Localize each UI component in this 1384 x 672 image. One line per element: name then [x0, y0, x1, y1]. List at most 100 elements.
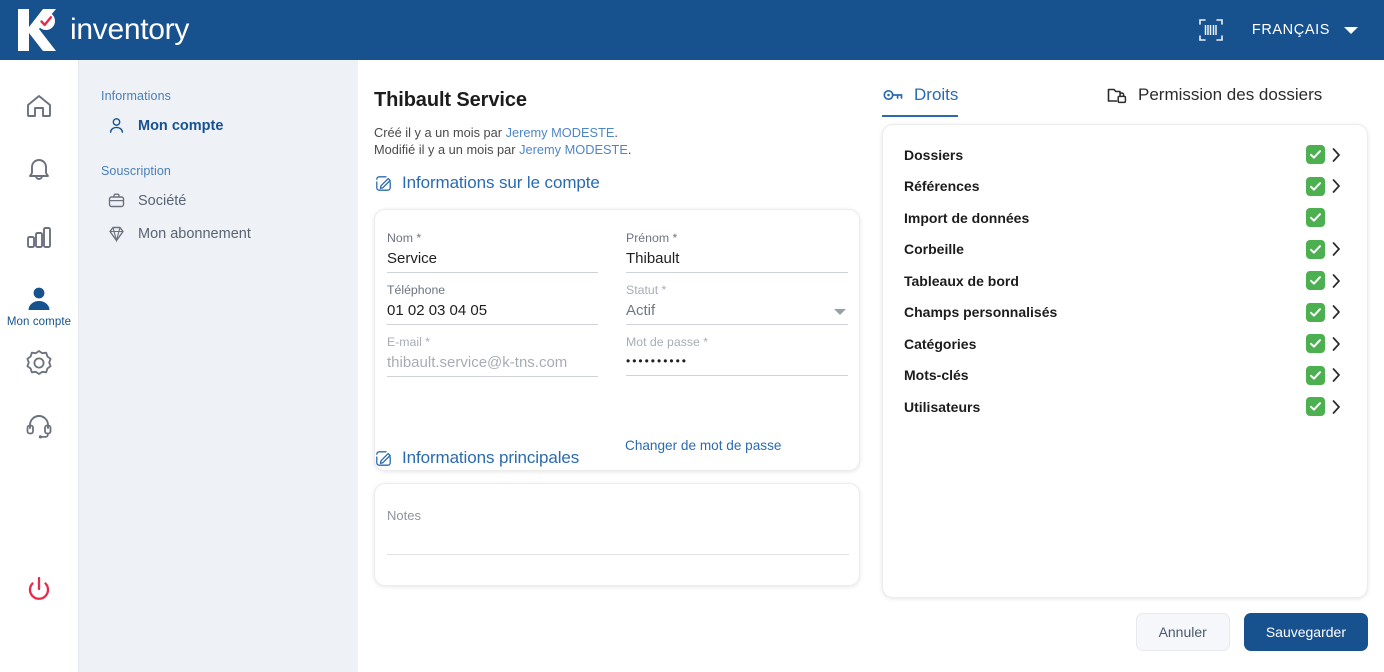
rights-checkbox[interactable]: [1306, 176, 1325, 196]
bar-chart-icon: [27, 227, 51, 248]
rights-checkbox[interactable]: [1306, 271, 1325, 291]
rights-row-categories[interactable]: Catégories: [883, 328, 1367, 360]
secondary-sidebar: Informations Mon compte Souscription Soc…: [79, 60, 358, 672]
rights-tabs: Droits Permission des dossiers: [882, 84, 1368, 120]
modified-author-link[interactable]: Jeremy MODESTE: [519, 142, 628, 157]
barcode-scan-icon[interactable]: [1196, 15, 1226, 45]
field-value: thibault.service@k-tns.com: [387, 354, 568, 371]
field-nom[interactable]: Nom * Service: [387, 231, 598, 273]
tab-permission-des-dossiers[interactable]: Permission des dossiers: [1106, 84, 1322, 115]
sidebar-item-mon-abonnement[interactable]: Mon abonnement: [79, 217, 358, 250]
rights-checkbox[interactable]: [1306, 334, 1325, 354]
user-icon: [28, 287, 50, 310]
field-underline: [626, 272, 848, 273]
sidebar-item-label: Mon compte: [138, 117, 224, 134]
section-header-account: Informations sur le compte: [374, 173, 600, 193]
gear-icon: [26, 350, 52, 375]
created-author-link[interactable]: Jeremy MODESTE: [506, 125, 615, 140]
rights-row-label: Catégories: [904, 335, 977, 352]
field-value: 01 02 03 04 05: [387, 302, 488, 319]
tab-droits[interactable]: Droits: [882, 84, 959, 117]
rights-row-tableaux-de-bord[interactable]: Tableaux de bord: [883, 265, 1367, 297]
field-label: Prénom *: [626, 231, 678, 245]
rights-row-label: Import de données: [904, 209, 1030, 226]
field-statut[interactable]: Statut * Actif: [626, 283, 848, 325]
chevron-right-icon[interactable]: [1325, 179, 1347, 194]
bell-icon: [29, 159, 49, 180]
rail-item-notifications[interactable]: [0, 154, 79, 188]
rail-item-settings[interactable]: [0, 346, 79, 380]
field-underline: [387, 272, 598, 273]
form-actions: Annuler Sauvegarder: [882, 613, 1368, 651]
rail-item-label: Mon compte: [6, 316, 72, 328]
tab-label: Droits: [914, 85, 959, 104]
rights-row-import-de-donnees[interactable]: Import de données: [883, 202, 1367, 234]
field-underline: [387, 324, 598, 325]
rights-row-references[interactable]: Références: [883, 171, 1367, 203]
sidebar-item-societe[interactable]: Société: [79, 184, 358, 217]
field-prenom[interactable]: Prénom * Thibault: [626, 231, 848, 273]
record-meta: Créé il y a un mois par Jeremy MODESTE. …: [374, 124, 631, 158]
key-icon: [883, 89, 903, 101]
chevron-right-icon[interactable]: [1325, 368, 1347, 383]
page-title: Thibault Service: [374, 89, 527, 111]
field-value: Thibault: [626, 250, 680, 267]
field-password[interactable]: Mot de passe * ••••••••••: [626, 335, 848, 376]
notes-card[interactable]: Notes: [374, 483, 860, 586]
chevron-right-icon[interactable]: [1325, 273, 1347, 288]
rights-row-label: Tableaux de bord: [904, 272, 1019, 289]
cancel-button[interactable]: Annuler: [1135, 613, 1230, 651]
rights-row-mots-cles[interactable]: Mots-clés: [883, 360, 1367, 392]
rights-row-utilisateurs[interactable]: Utilisateurs: [883, 391, 1367, 423]
sidebar-item-mon-compte[interactable]: Mon compte: [79, 109, 358, 142]
field-label: Nom *: [387, 231, 422, 245]
chevron-right-icon[interactable]: [1325, 242, 1347, 257]
created-line: Créé il y a un mois par Jeremy MODESTE.: [374, 124, 631, 141]
field-email: E-mail * thibault.service@k-tns.com: [387, 335, 598, 377]
created-suffix: .: [614, 125, 618, 140]
language-selector[interactable]: FRANÇAIS: [1252, 22, 1358, 38]
field-label: E-mail *: [387, 335, 431, 349]
rights-checkbox[interactable]: [1306, 302, 1325, 322]
chevron-right-icon[interactable]: [1325, 147, 1347, 162]
app-root: inventory FRANÇAIS Mon compte Informatio…: [0, 0, 1384, 672]
rights-row-champs-personnalises[interactable]: Champs personnalisés: [883, 297, 1367, 329]
save-button[interactable]: Sauvegarder: [1243, 613, 1368, 651]
rail-item-logout[interactable]: [0, 572, 79, 606]
top-bar-right: FRANÇAIS: [1196, 15, 1384, 45]
rail-item-statistics[interactable]: [0, 220, 79, 254]
modified-suffix: .: [627, 142, 632, 157]
section-header-label: Informations sur le compte: [402, 173, 600, 192]
rights-checkbox[interactable]: [1306, 239, 1325, 259]
home-icon: [27, 95, 51, 117]
rights-checkbox[interactable]: [1306, 397, 1325, 417]
rights-row-corbeille[interactable]: Corbeille: [883, 234, 1367, 266]
rights-row-label: Références: [904, 178, 980, 195]
field-value: Actif: [626, 302, 656, 319]
rail-item-mon-compte[interactable]: Mon compte: [0, 284, 79, 328]
rights-checkbox[interactable]: [1306, 208, 1325, 228]
rights-row-label: Mots-clés: [904, 367, 969, 384]
rail-item-home[interactable]: [0, 88, 79, 122]
account-info-card: Nom * Service Prénom * Thibault Téléphon…: [374, 209, 860, 471]
sidebar-item-label: Mon abonnement: [138, 225, 251, 242]
chevron-right-icon[interactable]: [1325, 399, 1347, 414]
chevron-down-icon[interactable]: [834, 309, 846, 315]
rights-checkbox[interactable]: [1306, 145, 1325, 165]
rights-checkbox[interactable]: [1306, 365, 1325, 385]
folder-lock-icon: [1107, 88, 1127, 104]
icon-rail: Mon compte: [0, 60, 79, 672]
created-prefix: Créé il y a un mois par: [374, 125, 506, 140]
field-telephone[interactable]: Téléphone 01 02 03 04 05: [387, 283, 598, 325]
section-header-label: Informations principales: [402, 448, 580, 467]
change-password-link[interactable]: Changer de mot de passe: [625, 438, 781, 453]
brand-word: inventory: [70, 13, 190, 46]
rail-item-support[interactable]: [0, 408, 79, 442]
chevron-right-icon[interactable]: [1325, 305, 1347, 320]
brand-logo[interactable]: inventory: [0, 5, 189, 55]
field-value: Service: [387, 250, 438, 267]
rights-row-dossiers[interactable]: Dossiers: [883, 139, 1367, 171]
k-check-logo-icon: [18, 9, 56, 51]
chevron-right-icon[interactable]: [1325, 336, 1347, 351]
language-label: FRANÇAIS: [1251, 22, 1330, 38]
